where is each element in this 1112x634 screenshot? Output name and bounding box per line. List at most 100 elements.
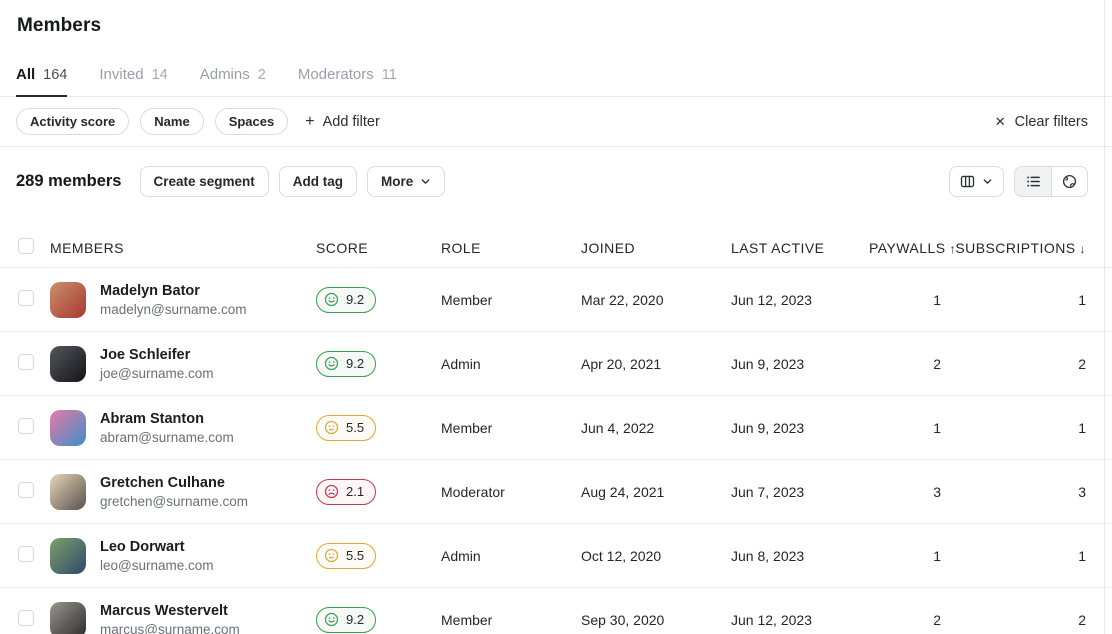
table-row[interactable]: Marcus Westervelt marcus@surname.com 9.2… xyxy=(0,588,1112,634)
table-row[interactable]: Leo Dorwart leo@surname.com 5.5 Admin Oc… xyxy=(0,524,1112,588)
header-members[interactable]: MEMBERS xyxy=(50,240,316,256)
tab-moderators-label: Moderators xyxy=(298,66,374,83)
mood-icon xyxy=(324,356,339,371)
member-email: marcus@surname.com xyxy=(100,622,240,634)
tab-admins-count: 2 xyxy=(258,67,266,83)
member-paywalls: 3 xyxy=(869,484,941,500)
avatar xyxy=(50,410,86,446)
tab-invited-label: Invited xyxy=(99,66,143,83)
globe-icon xyxy=(1062,174,1077,189)
score-value: 2.1 xyxy=(346,484,364,499)
list-view-button[interactable] xyxy=(1015,167,1051,196)
member-name: Leo Dorwart xyxy=(100,539,214,555)
members-table: MEMBERS SCORE ROLE JOINED LAST ACTIVE PA… xyxy=(0,228,1112,634)
members-count: 289 members xyxy=(16,172,122,191)
columns-icon xyxy=(960,174,975,189)
chevron-down-icon xyxy=(982,176,993,187)
member-tabs: All 164 Invited 14 Admins 2 Moderators 1… xyxy=(0,58,1112,97)
tab-moderators[interactable]: Moderators 11 xyxy=(298,58,397,96)
member-name: Joe Schleifer xyxy=(100,347,214,363)
table-row[interactable]: Gretchen Culhane gretchen@surname.com 2.… xyxy=(0,460,1112,524)
score-badge: 2.1 xyxy=(316,479,376,505)
table-row[interactable]: Abram Stanton abram@surname.com 5.5 Memb… xyxy=(0,396,1112,460)
header-last-active[interactable]: LAST ACTIVE xyxy=(731,240,869,256)
filter-chip-name[interactable]: Name xyxy=(140,108,203,135)
header-paywalls[interactable]: PAYWALLS↑ xyxy=(869,240,941,256)
row-checkbox[interactable] xyxy=(18,610,34,626)
mood-icon xyxy=(324,484,339,499)
clear-filters-label: Clear filters xyxy=(1015,114,1088,130)
member-joined: Aug 24, 2021 xyxy=(581,484,731,500)
table-row[interactable]: Madelyn Bator madelyn@surname.com 9.2 Me… xyxy=(0,268,1112,332)
header-subscriptions[interactable]: SUBSCRIPTIONS↓ xyxy=(941,240,1086,256)
avatar xyxy=(50,538,86,574)
member-last-active: Jun 12, 2023 xyxy=(731,612,869,628)
member-subscriptions: 1 xyxy=(941,548,1086,564)
add-filter-label: Add filter xyxy=(323,114,380,130)
avatar xyxy=(50,282,86,318)
add-filter-button[interactable]: + Add filter xyxy=(305,114,380,130)
filter-bar: Activity score Name Spaces + Add filter … xyxy=(0,97,1112,147)
row-checkbox[interactable] xyxy=(18,290,34,306)
close-icon: ✕ xyxy=(995,115,1006,128)
score-value: 9.2 xyxy=(346,612,364,627)
select-all-checkbox[interactable] xyxy=(18,238,34,254)
member-name: Abram Stanton xyxy=(100,411,234,427)
member-last-active: Jun 9, 2023 xyxy=(731,420,869,436)
member-role: Admin xyxy=(441,548,581,564)
member-subscriptions: 3 xyxy=(941,484,1086,500)
member-paywalls: 2 xyxy=(869,612,941,628)
row-checkbox[interactable] xyxy=(18,546,34,562)
members-page: Members All 164 Invited 14 Admins 2 Mode… xyxy=(0,0,1112,634)
member-email: gretchen@surname.com xyxy=(100,494,248,509)
plus-icon: + xyxy=(305,114,314,130)
filter-chip-activity-score[interactable]: Activity score xyxy=(16,108,129,135)
member-email: abram@surname.com xyxy=(100,430,234,445)
score-badge: 9.2 xyxy=(316,351,376,377)
score-value: 9.2 xyxy=(346,292,364,307)
score-value: 5.5 xyxy=(346,548,364,563)
member-role: Admin xyxy=(441,356,581,372)
view-switcher xyxy=(1014,166,1088,197)
header-score[interactable]: SCORE xyxy=(316,240,441,256)
row-checkbox[interactable] xyxy=(18,354,34,370)
member-last-active: Jun 9, 2023 xyxy=(731,356,869,372)
table-row[interactable]: Joe Schleifer joe@surname.com 9.2 Admin … xyxy=(0,332,1112,396)
member-last-active: Jun 7, 2023 xyxy=(731,484,869,500)
member-last-active: Jun 8, 2023 xyxy=(731,548,869,564)
more-button[interactable]: More xyxy=(367,166,445,197)
member-role: Member xyxy=(441,612,581,628)
tab-moderators-count: 11 xyxy=(382,67,397,83)
member-email: leo@surname.com xyxy=(100,558,214,573)
member-subscriptions: 1 xyxy=(941,292,1086,308)
globe-view-button[interactable] xyxy=(1051,167,1087,196)
columns-button[interactable] xyxy=(949,166,1004,197)
tab-admins[interactable]: Admins 2 xyxy=(200,58,266,96)
create-segment-button[interactable]: Create segment xyxy=(140,166,269,197)
tab-invited-count: 14 xyxy=(152,67,168,83)
member-paywalls: 2 xyxy=(869,356,941,372)
tab-all[interactable]: All 164 xyxy=(16,58,67,96)
member-name: Madelyn Bator xyxy=(100,283,247,299)
member-joined: Apr 20, 2021 xyxy=(581,356,731,372)
member-paywalls: 1 xyxy=(869,292,941,308)
add-tag-button[interactable]: Add tag xyxy=(279,166,357,197)
member-subscriptions: 1 xyxy=(941,420,1086,436)
header-joined[interactable]: JOINED xyxy=(581,240,731,256)
tab-invited[interactable]: Invited 14 xyxy=(99,58,167,96)
table-body: Madelyn Bator madelyn@surname.com 9.2 Me… xyxy=(0,268,1112,634)
row-checkbox[interactable] xyxy=(18,482,34,498)
header-role[interactable]: ROLE xyxy=(441,240,581,256)
table-header-row: MEMBERS SCORE ROLE JOINED LAST ACTIVE PA… xyxy=(0,228,1112,268)
mood-icon xyxy=(324,292,339,307)
member-subscriptions: 2 xyxy=(941,356,1086,372)
right-edge-divider xyxy=(1104,0,1105,634)
member-role: Member xyxy=(441,420,581,436)
avatar xyxy=(50,346,86,382)
member-role: Member xyxy=(441,292,581,308)
filter-chip-spaces[interactable]: Spaces xyxy=(215,108,289,135)
score-value: 5.5 xyxy=(346,420,364,435)
member-joined: Mar 22, 2020 xyxy=(581,292,731,308)
clear-filters-button[interactable]: ✕ Clear filters xyxy=(995,114,1088,130)
row-checkbox[interactable] xyxy=(18,418,34,434)
